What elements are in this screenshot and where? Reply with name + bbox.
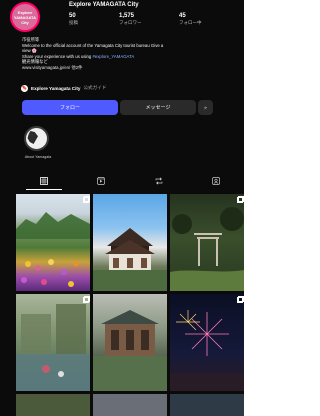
carousel-icon <box>83 296 90 303</box>
profile-header: Explore YAMAGATA City Explore YAMAGATA C… <box>0 0 244 34</box>
stat-followers-value: 1,575 <box>119 13 135 19</box>
temple-image <box>93 228 167 291</box>
guide-subtitle: 公式ガイド <box>83 85 107 90</box>
post-old-building[interactable] <box>93 294 167 391</box>
tagged-icon <box>212 177 220 185</box>
flower-field-image <box>16 212 90 287</box>
profile-screen: Explore YAMAGATA City Explore YAMAGATA C… <box>0 0 244 416</box>
carousel-icon <box>237 296 244 303</box>
guide-link[interactable]: 🔖 Explore Yamagata City 公式ガイド <box>21 83 141 93</box>
guide-title: Explore Yamagata City <box>31 85 81 91</box>
post-partial-3[interactable] <box>170 394 244 416</box>
stat-followers[interactable]: 1,575 フォロワー <box>119 13 169 26</box>
stat-following-value: 45 <box>179 13 186 19</box>
forest-shrine-image <box>170 207 244 291</box>
grid-icon <box>40 177 48 185</box>
tab-reposts[interactable] <box>129 172 189 190</box>
username: Explore YAMAGATA City <box>69 2 139 8</box>
profile-tabs <box>0 172 244 190</box>
post-partial-2[interactable] <box>93 394 167 416</box>
bio-line-3-text: Share your experience with us using <box>22 53 92 59</box>
add-person-icon <box>204 106 207 109</box>
post-forest-shrine[interactable] <box>170 194 244 291</box>
carousel-icon <box>83 196 90 203</box>
tab-reels[interactable] <box>71 172 131 190</box>
avatar[interactable]: Explore YAMAGATA City <box>10 2 40 32</box>
stat-posts[interactable]: 50 投稿 <box>69 13 119 26</box>
reels-icon <box>97 177 105 185</box>
add-person-button[interactable] <box>198 100 213 115</box>
old-building-image <box>93 310 167 391</box>
story-highlight[interactable]: About Yamagata <box>20 126 56 166</box>
stat-following-label: フォロー中 <box>179 20 202 25</box>
carousel-icon <box>237 196 244 203</box>
post-temple[interactable] <box>93 194 167 291</box>
bio-website-link[interactable]: www.visityamagata.jp/en/ 他2件 <box>22 65 237 71</box>
fireworks-image <box>170 310 244 391</box>
bio-hashtag[interactable]: #explore_YAMAGATA <box>92 54 134 59</box>
tab-tagged[interactable] <box>186 172 244 190</box>
stat-followers-label: フォロワー <box>119 20 142 25</box>
stat-following[interactable]: 45 フォロー中 <box>179 13 229 26</box>
avatar-text-3: City <box>21 19 29 25</box>
post-partial-1[interactable] <box>16 394 90 416</box>
message-button[interactable]: メッセージ <box>120 100 196 115</box>
post-fireworks[interactable] <box>170 294 244 391</box>
stat-posts-label: 投稿 <box>69 20 78 25</box>
profile-stats: 50 投稿 1,575 フォロワー 45 フォロー中 <box>69 13 239 29</box>
tab-grid[interactable] <box>14 172 74 190</box>
post-lake-rain[interactable] <box>16 294 90 391</box>
follow-button[interactable]: フォロー <box>22 100 118 115</box>
lake-rain-image <box>16 304 90 391</box>
stat-posts-value: 50 <box>69 13 76 19</box>
profile-bio: 市役所等 Welcome to the official account of … <box>22 37 237 71</box>
post-grid <box>16 194 244 416</box>
repost-icon <box>155 177 163 185</box>
highlight-label: About Yamagata <box>24 155 52 159</box>
post-flower-field[interactable] <box>16 194 90 291</box>
bookmark-icon: 🔖 <box>21 84 28 92</box>
